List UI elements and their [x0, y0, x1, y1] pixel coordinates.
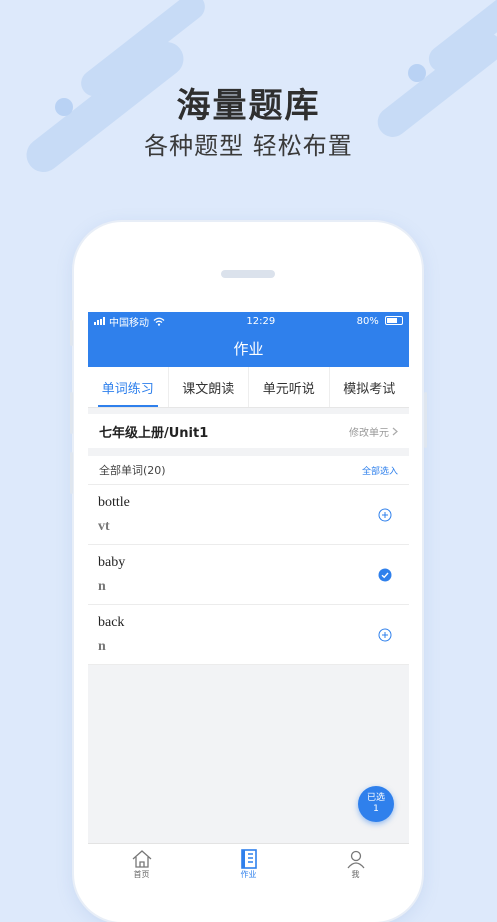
edit-unit-label: 修改单元 [349, 427, 389, 439]
selected-count: 1 [373, 804, 379, 814]
edit-unit-link[interactable]: 修改单元 [349, 424, 398, 439]
tab-mock-exam[interactable]: 模拟考试 [330, 367, 410, 407]
promo-headline: 海量题库 [176, 86, 321, 126]
word-row[interactable]: bottle vt [88, 485, 409, 545]
checked-icon[interactable] [378, 568, 392, 582]
add-word-icon[interactable] [378, 508, 392, 522]
phone-side-button [424, 392, 427, 448]
nav-item-homework[interactable]: 作业 [195, 844, 302, 883]
tab-unit-listening[interactable]: 单元听说 [249, 367, 330, 407]
battery-percent: 80% [356, 315, 379, 327]
part-of-speech: n [98, 579, 106, 594]
nav-item-profile[interactable]: 我 [302, 844, 409, 883]
carrier-label: 中国移动 [109, 317, 149, 329]
unit-title: 七年级上册/Unit1 [99, 425, 209, 441]
status-bar: 中国移动 12:29 80% [88, 312, 409, 330]
nav-label: 首页 [133, 870, 150, 879]
chevron-right-icon [392, 427, 398, 435]
unit-selector[interactable]: 七年级上册/Unit1 修改单元 [88, 414, 409, 448]
word-text: back [98, 615, 125, 630]
word-row[interactable]: baby n [88, 545, 409, 605]
page-title: 作业 [233, 340, 264, 358]
tab-text-reading[interactable]: 课文朗读 [169, 367, 249, 407]
phone-side-button [70, 452, 73, 494]
bottom-nav: 首页 作业 我 [88, 843, 409, 883]
profile-icon [346, 850, 365, 869]
nav-label: 我 [351, 870, 360, 879]
part-of-speech: n [98, 639, 106, 654]
nav-label: 作业 [240, 870, 257, 879]
part-of-speech: vt [98, 519, 110, 534]
word-count-label: 全部单词(20) [99, 464, 166, 477]
selected-count-button[interactable]: 已选 1 [358, 786, 394, 822]
signal-icon [94, 317, 105, 325]
home-icon [132, 850, 151, 868]
app-screen: 中国移动 12:29 80% 作业 单词练习 课文朗读 单元听说 模拟考试 七年… [88, 312, 409, 883]
tab-bar: 单词练习 课文朗读 单元听说 模拟考试 [88, 367, 409, 408]
word-row[interactable]: back n [88, 605, 409, 665]
phone-speaker [221, 270, 275, 278]
wifi-icon [153, 317, 165, 326]
phone-side-button [70, 392, 73, 434]
promo-subline: 各种题型 轻松布置 [144, 132, 353, 160]
homework-icon [240, 849, 257, 869]
add-word-icon[interactable] [378, 628, 392, 642]
status-time: 12:29 [246, 315, 276, 327]
phone-side-button [70, 320, 73, 346]
battery-icon [385, 316, 403, 325]
word-text: bottle [98, 495, 130, 510]
word-list-header: 全部单词(20) 全部选入 [88, 456, 409, 485]
word-text: baby [98, 555, 126, 570]
nav-item-home[interactable]: 首页 [88, 844, 195, 883]
nav-bar: 作业 [88, 330, 409, 367]
selected-label: 已选 [366, 793, 385, 803]
tab-word-practice[interactable]: 单词练习 [88, 367, 169, 407]
select-all-button[interactable]: 全部选入 [362, 464, 398, 477]
